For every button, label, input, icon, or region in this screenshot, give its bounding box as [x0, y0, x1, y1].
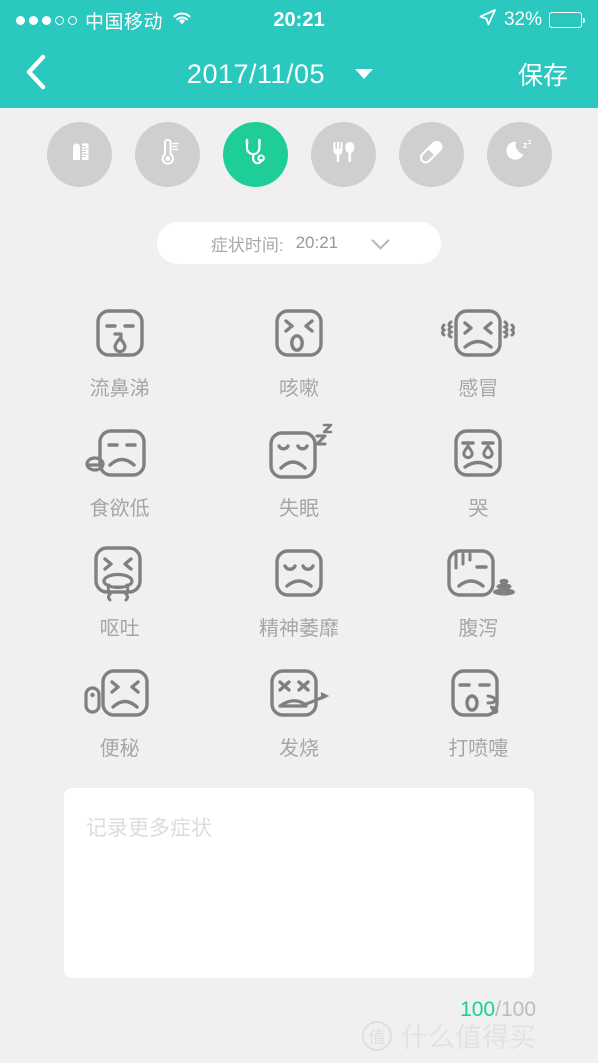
fever-face-icon	[261, 656, 337, 730]
symptom-label: 食欲低	[89, 498, 150, 520]
moon-zzz-icon: z z	[502, 135, 536, 174]
watermark: 值 什么值得买	[0, 1016, 598, 1055]
symptom-item-sneeze[interactable]: 打喷嚏	[389, 656, 568, 770]
status-bar-right: 32%	[299, 8, 585, 32]
symptom-item-constipation[interactable]: 便秘	[30, 656, 209, 770]
cough-face-icon	[266, 296, 332, 370]
symptom-label: 腹泻	[458, 618, 499, 640]
insomnia-face-icon	[260, 416, 338, 490]
watermark-logo-icon: 值	[362, 1020, 392, 1051]
back-button[interactable]	[0, 40, 72, 108]
thermometer-icon	[150, 135, 184, 174]
chevron-left-icon	[23, 52, 49, 97]
symptom-label: 失眠	[278, 498, 319, 520]
symptom-label: 发烧	[278, 738, 319, 760]
signal-strength-icon	[16, 15, 77, 25]
category-feeding[interactable]	[310, 122, 376, 187]
symptom-item-runny-nose[interactable]: 流鼻涕	[30, 296, 209, 410]
symptom-item-listless[interactable]: 精神萎靡	[209, 536, 388, 650]
caret-down-icon	[355, 69, 374, 79]
note-input[interactable]: 记录更多症状	[64, 788, 534, 978]
symptom-time-value: 20:21	[295, 233, 339, 252]
note-placeholder: 记录更多症状	[86, 817, 212, 840]
low-appetite-face-icon	[83, 416, 157, 490]
page-title: 2017/11/05	[186, 58, 326, 89]
symptom-time-label: 症状时间:	[210, 235, 284, 255]
symptom-grid: 流鼻涕 咳嗽 感冒 食欲低 失眠 哭 呕吐 精神萎靡 腹泻 便秘 发烧 打喷嚏	[30, 296, 568, 770]
symptom-item-diarrhea[interactable]: 腹泻	[389, 536, 568, 650]
symptom-label: 咳嗽	[278, 378, 319, 400]
svg-text:z: z	[528, 139, 532, 146]
symptom-item-cold[interactable]: 感冒	[389, 296, 568, 410]
runny-nose-face-icon	[87, 296, 153, 370]
app-screen: 中国移动 20:21 32% 2017/11/05 保存 z z 症状时间: 2…	[0, 0, 598, 1063]
symptom-item-fever[interactable]: 发烧	[209, 656, 388, 770]
category-medicine[interactable]	[398, 122, 464, 187]
crying-face-icon	[445, 416, 511, 490]
chevron-down-icon	[371, 230, 390, 250]
pill-icon	[414, 135, 448, 174]
diarrhea-face-icon	[438, 536, 518, 610]
symptom-item-vomiting[interactable]: 呕吐	[30, 536, 209, 650]
symptom-item-insomnia[interactable]: 失眠	[209, 416, 388, 530]
watermark-text: 什么值得买	[401, 1023, 536, 1053]
symptom-label: 呕吐	[99, 618, 140, 640]
ruler-bottle-icon	[62, 135, 96, 174]
symptom-label: 打喷嚏	[448, 738, 509, 760]
stethoscope-icon	[237, 134, 273, 175]
constipation-face-icon	[82, 656, 158, 730]
wifi-icon	[171, 10, 193, 31]
symptom-time-selector[interactable]: 症状时间: 20:21	[157, 222, 441, 264]
category-temperature[interactable]	[134, 122, 200, 187]
carrier-label: 中国移动	[85, 11, 164, 33]
category-growth[interactable]	[46, 122, 112, 187]
symptom-item-cough[interactable]: 咳嗽	[209, 296, 388, 410]
symptom-item-low-appetite[interactable]: 食欲低	[30, 416, 209, 530]
listless-face-icon	[266, 536, 332, 610]
vomiting-face-icon	[85, 536, 155, 610]
category-tab-row: z z	[0, 122, 598, 187]
battery-percent-label: 32%	[503, 9, 542, 30]
location-arrow-icon	[478, 8, 497, 32]
symptom-label: 感冒	[458, 378, 499, 400]
symptom-label: 便秘	[99, 738, 140, 760]
status-bar: 中国移动 20:21 32%	[0, 0, 598, 40]
battery-icon	[549, 12, 585, 28]
symptom-item-crying[interactable]: 哭	[389, 416, 568, 530]
save-button[interactable]: 保存	[488, 56, 598, 92]
date-selector[interactable]: 2017/11/05	[72, 59, 488, 90]
sneeze-face-icon	[442, 656, 514, 730]
symptom-label: 流鼻涕	[89, 378, 150, 400]
navigation-bar: 2017/11/05 保存	[0, 40, 598, 108]
fork-spoon-icon	[326, 135, 360, 174]
category-symptoms[interactable]	[222, 122, 288, 187]
symptom-label: 哭	[468, 498, 489, 520]
category-sleep[interactable]: z z	[486, 122, 552, 187]
symptom-label: 精神萎靡	[258, 618, 339, 640]
cold-shiver-face-icon	[439, 296, 517, 370]
status-bar-left: 中国移动	[16, 7, 299, 34]
